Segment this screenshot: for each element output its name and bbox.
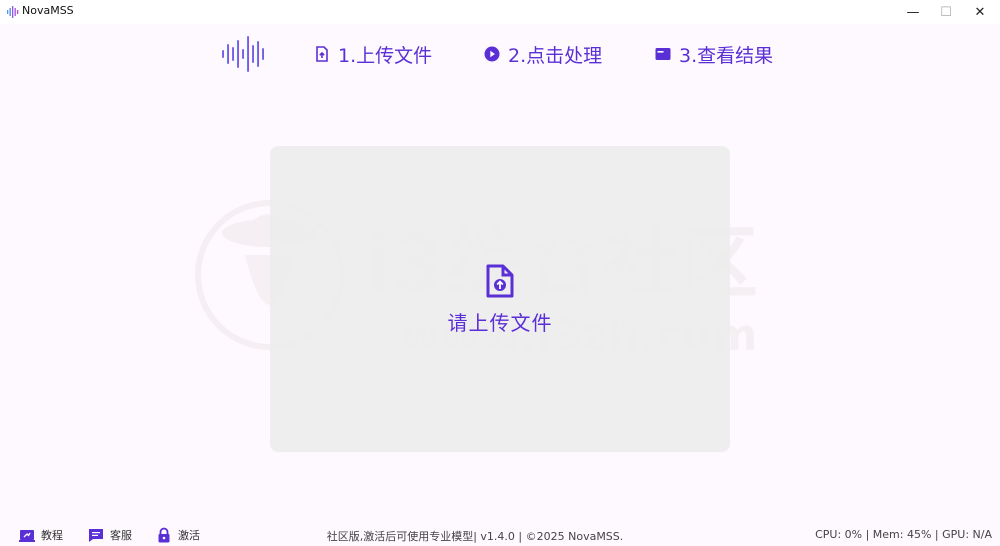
- maximize-icon: ☐: [940, 4, 952, 20]
- brand-waveform-logo: [222, 36, 264, 72]
- tutorial-label: 教程: [41, 529, 63, 542]
- upload-label: 请上传文件: [447, 311, 553, 335]
- app-logo-icon: [7, 6, 19, 18]
- version-info: 社区版,激活后可使用专业模型| v1.4.0 | ©2025 NovaMSS.: [326, 530, 624, 543]
- chat-message-icon: [89, 529, 103, 542]
- title-bar: NovaMSS — ☐ ✕: [0, 0, 1000, 24]
- window-title: NovaMSS: [22, 4, 74, 17]
- minimize-icon: —: [906, 4, 920, 20]
- laptop-tutorial-icon: [19, 530, 35, 542]
- customer-service-button[interactable]: 客服: [88, 526, 132, 544]
- step-1-label: 1.上传文件: [338, 44, 433, 67]
- upload-dropzone[interactable]: 请上传文件: [270, 146, 730, 452]
- activate-button[interactable]: 激活: [156, 526, 200, 544]
- step-results[interactable]: 3.查看结果: [655, 42, 774, 67]
- system-status: CPU: 0% | Mem: 45% | GPU: N/A: [815, 528, 992, 541]
- file-upload-icon: [486, 264, 514, 298]
- close-button[interactable]: ✕: [963, 0, 997, 24]
- maximize-button[interactable]: ☐: [929, 0, 963, 24]
- close-icon: ✕: [974, 4, 986, 20]
- step-process[interactable]: 2.点击处理: [484, 42, 603, 67]
- file-upload-icon: [316, 46, 328, 62]
- lock-icon: [158, 527, 170, 543]
- window-result-icon: [655, 48, 671, 60]
- step-upload[interactable]: 1.上传文件: [314, 42, 433, 67]
- play-circle-icon: [484, 46, 500, 62]
- minimize-button[interactable]: —: [896, 0, 930, 24]
- activate-label: 激活: [178, 529, 200, 542]
- tutorial-button[interactable]: 教程: [19, 526, 63, 544]
- step-3-label: 3.查看结果: [679, 44, 774, 67]
- step-2-label: 2.点击处理: [508, 44, 603, 67]
- service-label: 客服: [110, 529, 132, 542]
